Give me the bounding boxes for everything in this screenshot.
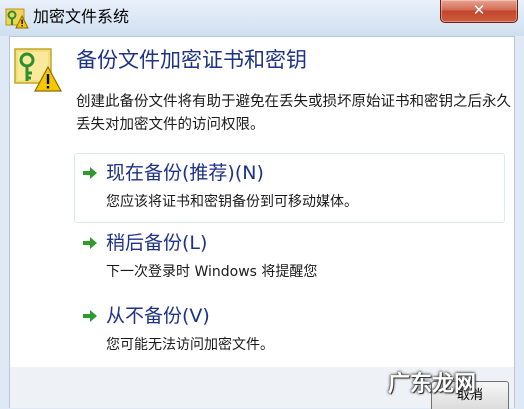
title-bar: 加密文件系统 ✕ <box>0 0 524 36</box>
backup-now-option[interactable]: 现在备份(推荐)(N) 您应该将证书和密钥备份到可移动媒体。 <box>74 153 505 223</box>
green-arrow-icon <box>83 167 97 179</box>
close-button[interactable]: ✕ <box>440 0 518 23</box>
page-heading: 备份文件加密证书和密钥 <box>76 48 307 72</box>
option-description: 下一次登录时 Windows 将提醒您 <box>106 264 318 280</box>
key-certificate-warning-icon <box>14 48 62 92</box>
key-warning-icon <box>5 8 29 29</box>
close-icon: ✕ <box>472 1 486 19</box>
option-description: 您应该将证书和密钥备份到可移动媒体。 <box>106 194 358 210</box>
watermark-logo: 广东龙网 <box>388 372 477 397</box>
green-arrow-icon <box>83 237 97 249</box>
option-description: 您可能无法访问加密文件。 <box>106 337 274 353</box>
never-backup-option[interactable]: 从不备份(V) 您可能无法访问加密文件。 <box>75 297 504 365</box>
option-title: 现在备份(推荐)(N) <box>106 162 264 184</box>
option-title: 从不备份(V) <box>106 305 210 327</box>
window-title: 加密文件系统 <box>33 7 130 26</box>
option-title: 稍后备份(L) <box>106 232 208 254</box>
backup-later-option[interactable]: 稍后备份(L) 下一次登录时 Windows 将提醒您 <box>75 224 504 292</box>
green-arrow-icon <box>83 310 97 322</box>
description-text: 创建此备份文件将有助于避免在丢失或损坏原始证书和密钥之后永久丢失对加密文件的访问… <box>76 94 511 133</box>
